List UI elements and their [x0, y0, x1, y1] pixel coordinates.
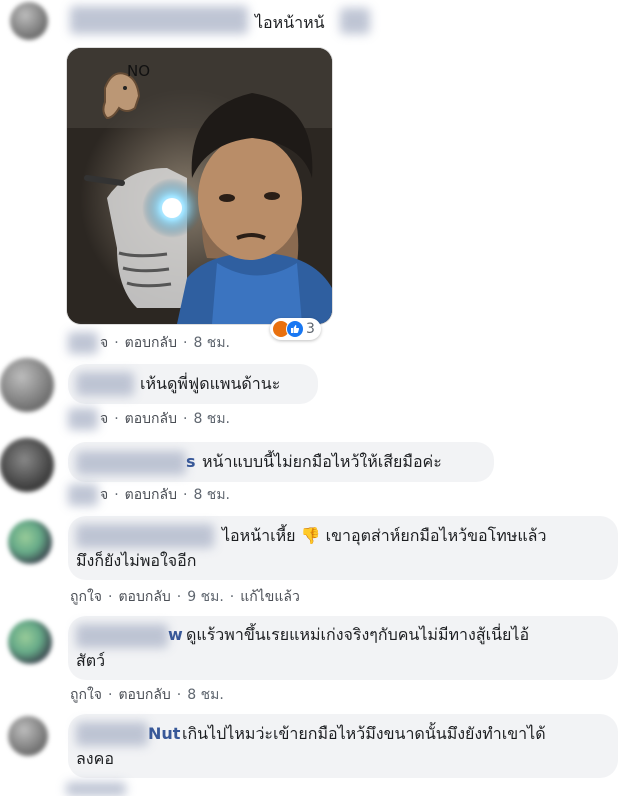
timestamp: 8 ชม.: [193, 487, 230, 503]
commenter-name[interactable]: s: [186, 451, 196, 473]
reply-link[interactable]: ตอบกลับ: [125, 487, 177, 503]
comment-text-line-2: สัตว์: [76, 651, 106, 670]
commenter-name-blurred[interactable]: [76, 451, 186, 475]
next-item-blurred: [66, 782, 126, 796]
comment-actions: จ · ตอบกลับ · 8 ชม.: [100, 487, 230, 503]
comment-actions: ถูกใจ · ตอบกลับ · 8 ชม.: [70, 687, 224, 703]
timestamp: 9 ชม.: [187, 589, 224, 605]
comment-text: เห้นดูพี่ฟูดแพนด้านะ: [140, 374, 281, 393]
photo-illustration: NO: [67, 48, 332, 324]
timestamp: 8 ชม.: [193, 335, 230, 351]
reply-link[interactable]: ตอบกลับ: [118, 687, 170, 703]
like-link-blurred[interactable]: [68, 332, 98, 354]
like-link[interactable]: จ: [100, 411, 108, 427]
comment-text: ไอหน้าหน้: [255, 13, 325, 32]
comment-actions: ถูกใจ · ตอบกลับ · 9 ชม. · แก้ไขแล้ว: [70, 589, 300, 605]
like-link-blurred[interactable]: [68, 408, 98, 430]
comment-text-line-2: มึงก็ยังไม่พอใจอีก: [76, 551, 197, 570]
comment-text-line-2: ลงคอ: [76, 749, 114, 768]
like-link[interactable]: ถูกใจ: [70, 687, 102, 703]
comment-text: หน้าแบบนี้ไม่ยกมือไหว้ให้เสียมือค่ะ: [202, 452, 442, 471]
reply-link[interactable]: ตอบกลับ: [125, 411, 177, 427]
reply-link[interactable]: ตอบกลับ: [118, 589, 170, 605]
reaction-summary[interactable]: 3: [270, 318, 321, 340]
avatar[interactable]: [8, 520, 52, 564]
avatar[interactable]: [8, 620, 52, 664]
reaction-count: 3: [306, 321, 315, 337]
like-link[interactable]: ถูกใจ: [70, 589, 102, 605]
avatar[interactable]: [10, 2, 48, 40]
reply-link[interactable]: ตอบกลับ: [125, 335, 177, 351]
avatar[interactable]: [0, 438, 54, 492]
comment-actions: จ · ตอบกลับ · 8 ชม.: [100, 411, 230, 427]
like-link-blurred[interactable]: [68, 484, 98, 506]
like-link[interactable]: จ: [100, 487, 108, 503]
commenter-name-blurred[interactable]: [70, 6, 248, 34]
comment-actions: จ · ตอบกลับ · 8 ชม.: [100, 335, 230, 351]
commenter-name-blurred[interactable]: [76, 372, 134, 396]
avatar[interactable]: [8, 716, 48, 756]
photo-caption: NO: [127, 62, 150, 80]
comment-text-line-1: ไอหน้าเหี้ย 👎 เขาอุตส่าห์ยกมือไหว้ขอโทษแ…: [222, 526, 547, 545]
commenter-name[interactable]: w: [168, 624, 183, 646]
commenter-name-blurred[interactable]: [76, 624, 168, 648]
like-link[interactable]: จ: [100, 335, 108, 351]
like-reaction-icon: [286, 320, 304, 338]
timestamp: 8 ชม.: [193, 411, 230, 427]
commenter-name[interactable]: Nut: [148, 723, 180, 745]
thumbs-down-emoji-icon: 👎: [300, 526, 321, 545]
timestamp: 8 ชม.: [187, 687, 224, 703]
comment-text-blurred: [340, 8, 370, 34]
comment-text-line-1: ดูแร้วพาขึ้นเรยแหม่เก่งจริงๆกับคนไม่มีทา…: [186, 625, 530, 644]
comment-text-line-1: เกินไปไหมว่ะเข้ายกมือไหว้มึงขนาดนั้นมึงย…: [182, 724, 546, 743]
edited-label[interactable]: แก้ไขแล้ว: [240, 589, 300, 605]
avatar[interactable]: [0, 358, 54, 412]
comment-photo[interactable]: NO: [67, 48, 332, 324]
commenter-name-blurred[interactable]: [76, 524, 214, 548]
commenter-name-blurred[interactable]: [76, 722, 148, 746]
